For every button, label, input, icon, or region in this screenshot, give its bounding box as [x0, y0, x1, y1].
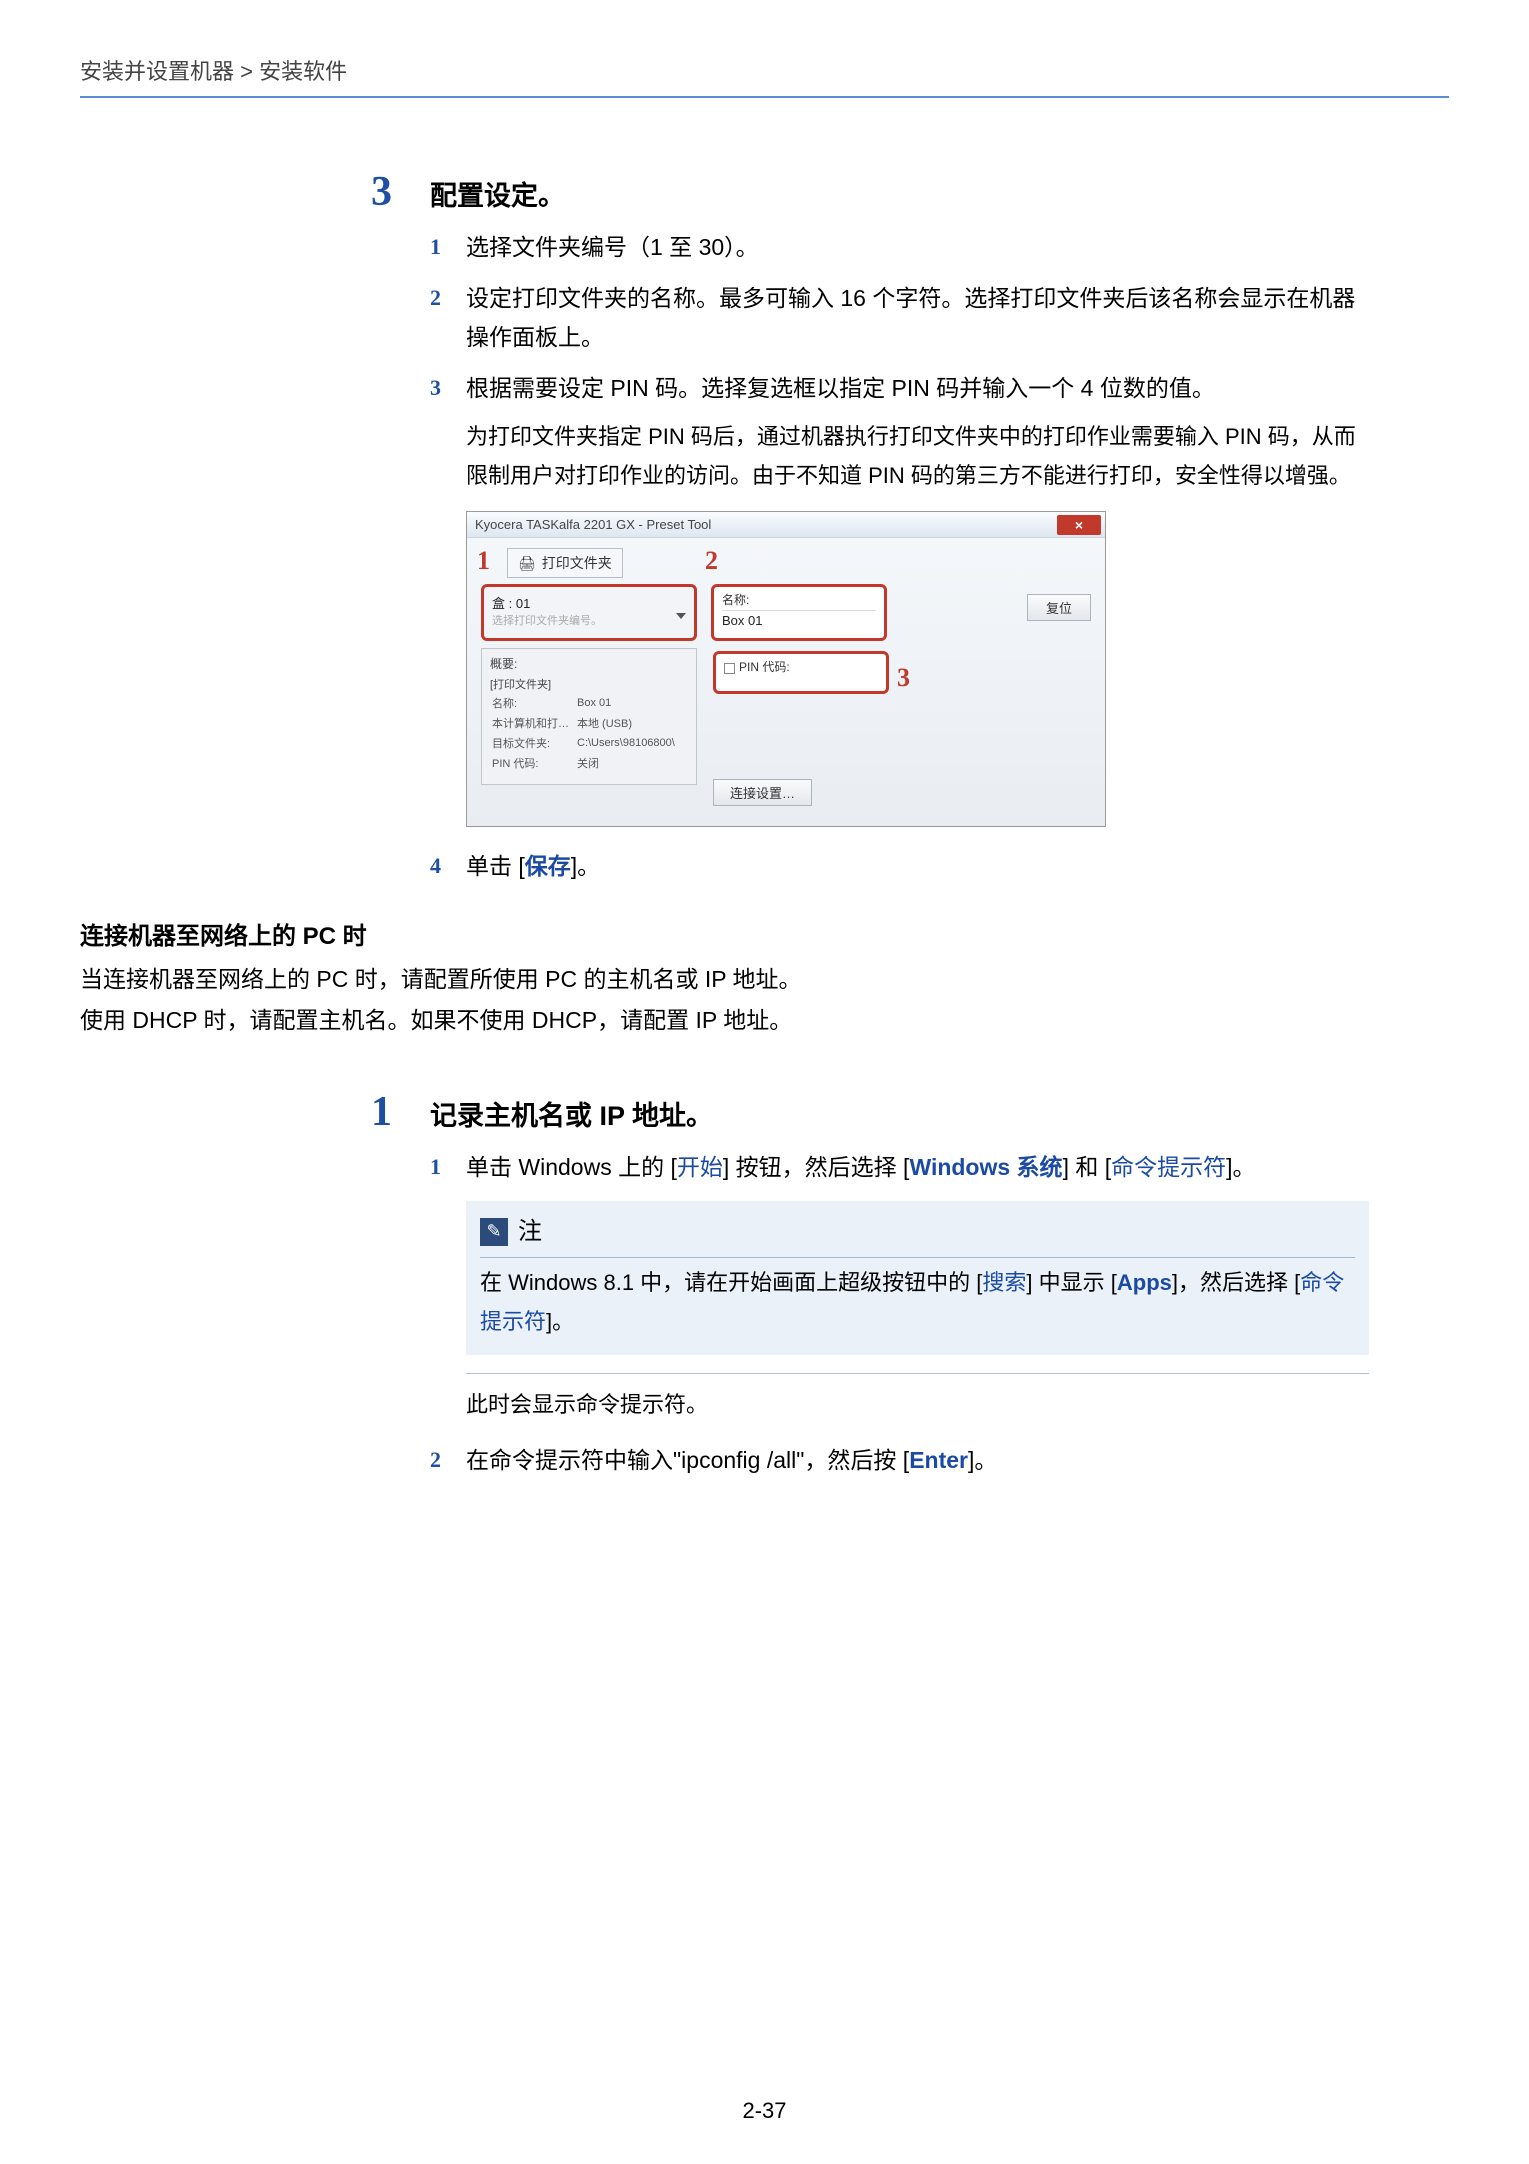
- network-p1: 当连接机器至网络上的 PC 时，请配置所使用 PC 的主机名或 IP 地址。: [80, 959, 1449, 999]
- step3-title: 配置设定。: [430, 174, 565, 213]
- breadcrumb: 安装并设置机器 > 安装软件: [80, 54, 1449, 98]
- preset-tool-title: Kyocera TASKalfa 2201 GX - Preset Tool: [475, 517, 711, 532]
- start-link[interactable]: 开始: [677, 1154, 723, 1180]
- box-select[interactable]: 盒 : 01 选择打印文件夹编号。: [481, 584, 697, 641]
- page-number: 2-37: [0, 2098, 1529, 2124]
- callout-1: 1: [477, 546, 490, 576]
- enter-link[interactable]: Enter: [909, 1447, 968, 1473]
- callout-2: 2: [705, 546, 718, 576]
- network-heading: 连接机器至网络上的 PC 时: [80, 916, 1449, 951]
- printer-icon: 🖨: [518, 555, 536, 572]
- callout-3: 3: [897, 663, 910, 693]
- sub-num: 2: [430, 279, 452, 357]
- step3-sub1: 选择文件夹编号（1 至 30）。: [466, 228, 1369, 267]
- apps-link[interactable]: Apps: [1117, 1270, 1172, 1295]
- note-icon: ✎: [480, 1218, 508, 1246]
- step1-number: 1: [322, 1088, 392, 1136]
- close-icon[interactable]: ×: [1057, 515, 1101, 535]
- preset-tool-window: Kyocera TASKalfa 2201 GX - Preset Tool ×…: [466, 511, 1106, 827]
- sub-num: 3: [430, 369, 452, 408]
- step3-number: 3: [322, 168, 392, 216]
- step3-sub4: 单击 [保存]。: [466, 847, 1369, 886]
- note-body: 在 Windows 8.1 中，请在开始画面上超级按钮中的 [搜索] 中显示 […: [480, 1264, 1355, 1341]
- print-folder-tab[interactable]: 🖨 打印文件夹: [507, 548, 623, 578]
- step1-title: 记录主机名或 IP 地址。: [430, 1094, 713, 1133]
- note-label: 注: [518, 1211, 542, 1253]
- cmd-link[interactable]: 命令提示符: [1111, 1154, 1226, 1180]
- reset-button[interactable]: 复位: [1027, 594, 1091, 621]
- network-p2: 使用 DHCP 时，请配置主机名。如果不使用 DHCP，请配置 IP 地址。: [80, 1000, 1449, 1040]
- search-link[interactable]: 搜索: [982, 1270, 1026, 1295]
- checkbox-icon[interactable]: [724, 663, 735, 674]
- sub-num: 1: [430, 228, 452, 267]
- sub-num: 2: [430, 1441, 452, 1480]
- step1-sub1: 单击 Windows 上的 [开始] 按钮，然后选择 [Windows 系统] …: [466, 1148, 1369, 1187]
- sub-num: 4: [430, 847, 452, 886]
- step3-sub3: 根据需要设定 PIN 码。选择复选框以指定 PIN 码并输入一个 4 位数的值。: [466, 369, 1369, 408]
- step1-after: 此时会显示命令提示符。: [466, 1386, 1369, 1425]
- pin-field[interactable]: PIN 代码:: [713, 651, 889, 694]
- sub-num: 1: [430, 1148, 452, 1187]
- note-box: ✎ 注 在 Windows 8.1 中，请在开始画面上超级按钮中的 [搜索] 中…: [466, 1201, 1369, 1355]
- save-link[interactable]: 保存: [525, 853, 571, 879]
- step3-extra: 为打印文件夹指定 PIN 码后，通过机器执行打印文件夹中的打印作业需要输入 PI…: [466, 418, 1369, 495]
- name-field[interactable]: 名称: Box 01: [711, 584, 887, 641]
- step1-sub2: 在命令提示符中输入"ipconfig /all"，然后按 [Enter]。: [466, 1441, 1369, 1480]
- connection-settings-button[interactable]: 连接设置…: [713, 779, 812, 806]
- windows-system-link[interactable]: Windows 系统: [909, 1154, 1062, 1180]
- chevron-down-icon: [676, 613, 686, 619]
- step3-sub2: 设定打印文件夹的名称。最多可输入 16 个字符。选择打印文件夹后该名称会显示在机…: [466, 279, 1369, 357]
